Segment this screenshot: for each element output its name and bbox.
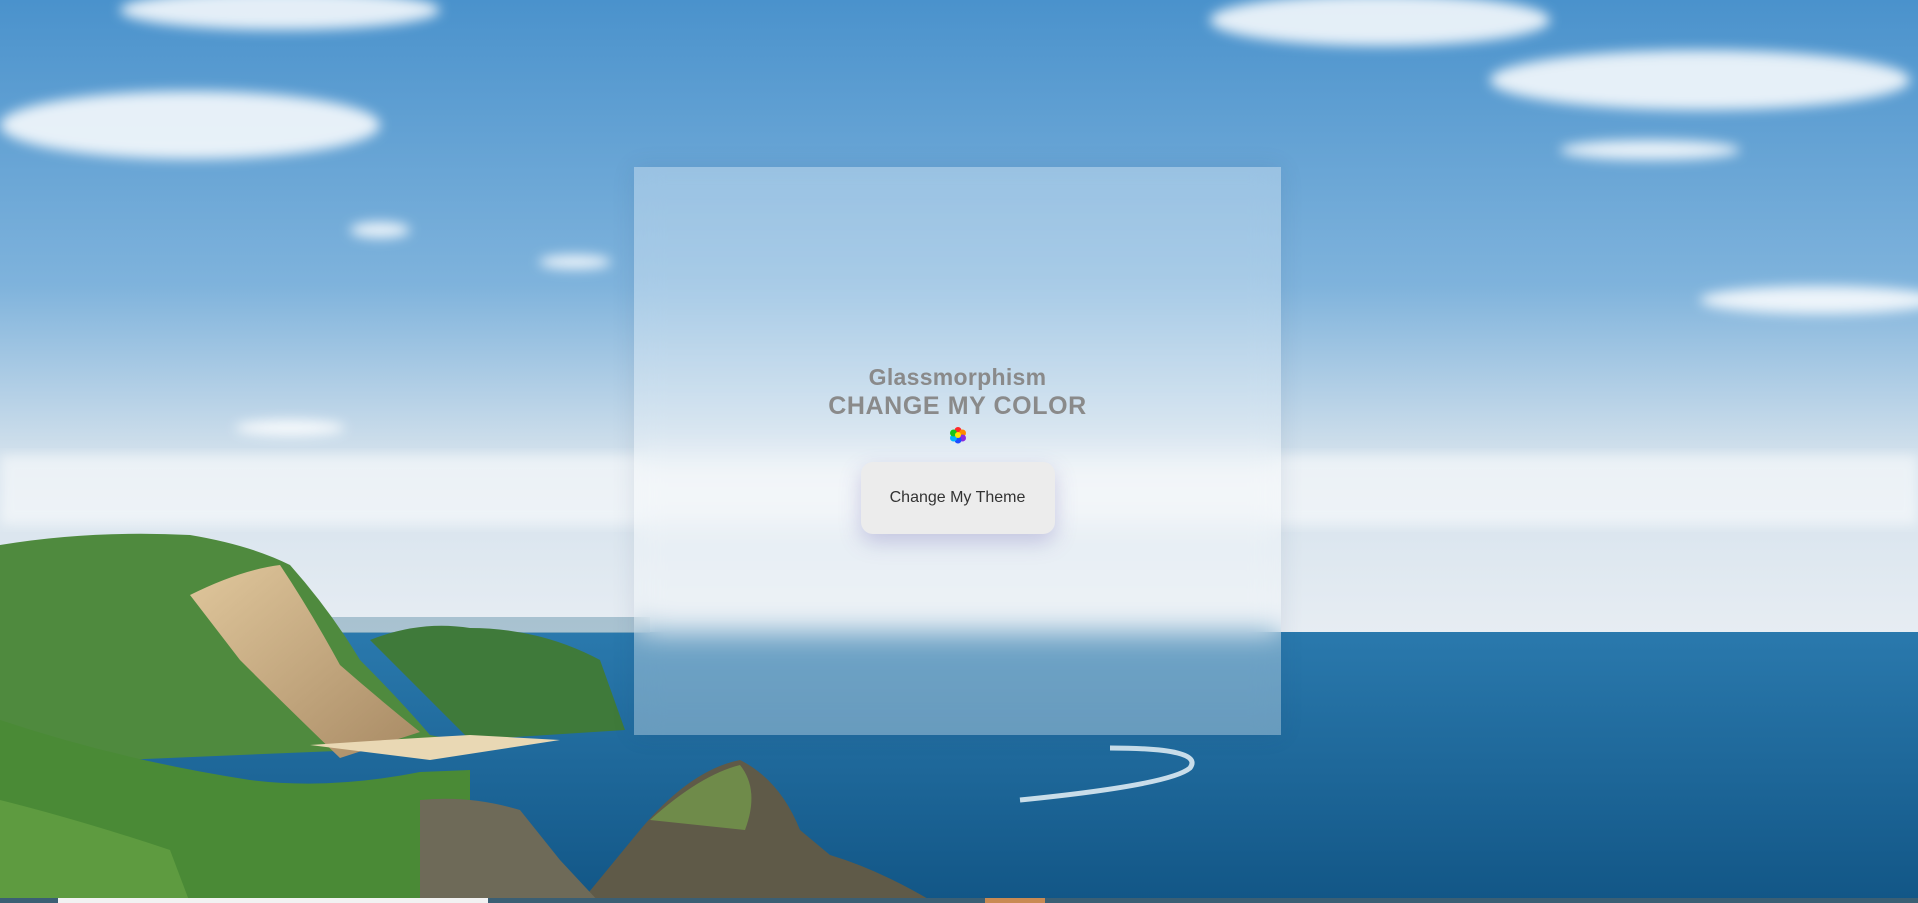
bottom-strip (0, 898, 1918, 903)
bottom-strip-segment (985, 898, 1045, 903)
card-title: Glassmorphism (868, 364, 1047, 390)
color-wheel-icon[interactable] (948, 425, 968, 445)
bottom-strip-segment (58, 898, 488, 903)
card-subtitle: CHANGE MY COLOR (828, 392, 1087, 420)
glass-card: Glassmorphism CHANGE MY COLOR Change My … (634, 167, 1281, 735)
change-theme-button[interactable]: Change My Theme (860, 462, 1055, 534)
